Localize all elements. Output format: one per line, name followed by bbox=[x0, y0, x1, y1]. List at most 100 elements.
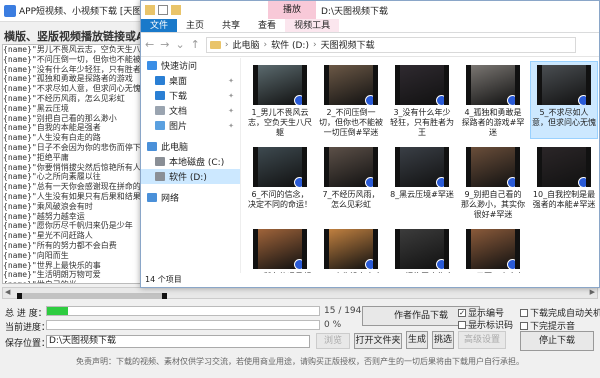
link-line: {name}"总有一天你会感谢现在拼命的自己 bbox=[3, 182, 141, 192]
app-logo-icon bbox=[4, 4, 16, 17]
media-player-badge-icon bbox=[507, 95, 515, 105]
nav-item[interactable]: 文档 ✦ bbox=[141, 103, 240, 118]
video-file-tile[interactable]: 7_不经历风雨，怎么见彩虹 bbox=[318, 144, 384, 220]
breadcrumb[interactable]: › 此电脑 › 软件 (D:) › 天图视频下载 bbox=[205, 36, 576, 53]
forward-arrow-icon[interactable]: → bbox=[160, 38, 169, 51]
horizontal-scrollbar[interactable]: ◀ ▶ bbox=[2, 287, 598, 299]
nav-item[interactable]: 软件 (D:) bbox=[141, 169, 240, 184]
recent-dropdown-icon[interactable]: ⌄ bbox=[175, 38, 184, 51]
file-grid: 1_男儿不畏风云志，空负天生八尺躯 2_不问压倒一切，但你也不能被一切压倒#罕迷 3… bbox=[241, 58, 599, 273]
auto-shutdown-checkbox[interactable]: 下载完成自动关机 bbox=[520, 306, 600, 319]
nav-item[interactable]: 此电脑 bbox=[141, 139, 240, 154]
video-file-tile[interactable]: 9_别把自己看的那么渺小，其实你很好#罕迷 bbox=[460, 144, 526, 220]
stop-download-button[interactable]: 停止下载 bbox=[520, 331, 594, 351]
breadcrumb-item[interactable]: 天图视频下载 bbox=[321, 38, 375, 51]
link-line: {name}"向阳而生 bbox=[3, 250, 69, 260]
media-player-badge-icon bbox=[578, 95, 586, 105]
link-textarea[interactable]: {name}"男儿不畏风云志，空负天生八尺躯{name}"不问压倒一切，但你也不… bbox=[2, 44, 142, 284]
media-player-badge-icon bbox=[294, 259, 302, 269]
total-progress-fill bbox=[47, 307, 68, 315]
nav-item-label: 文档 bbox=[169, 107, 188, 117]
video-thumbnail bbox=[466, 147, 520, 187]
video-file-tile[interactable]: 6_不问的信念，决定不同的命运！ bbox=[247, 144, 313, 220]
total-progress-label: 总 进 度： bbox=[5, 309, 47, 319]
scrollbar-thumb[interactable] bbox=[17, 293, 167, 299]
finish-sound-checkbox[interactable]: 下完提示音 bbox=[520, 319, 575, 332]
show-title-code-checkbox[interactable]: 显示标识码 bbox=[458, 318, 513, 331]
link-line: {name}"没有什么年少轻狂，只有胜者为王 bbox=[3, 64, 141, 74]
download-icon bbox=[155, 91, 165, 100]
documents-icon bbox=[155, 106, 165, 115]
breadcrumb-separator-icon: › bbox=[263, 39, 268, 50]
context-tab-play[interactable]: 播放 bbox=[268, 1, 316, 19]
link-input-heading: 横版、竖版视频播放链接或APP bbox=[4, 30, 161, 43]
ribbon-tab[interactable]: 共享 bbox=[213, 19, 249, 32]
nav-item-label: 此电脑 bbox=[161, 143, 189, 153]
video-thumbnail bbox=[537, 65, 591, 105]
link-line: {name}"不问压倒一切，但你也不能被一切压倒 bbox=[3, 54, 141, 64]
file-name: 8_黑云压境#罕迷 bbox=[390, 190, 454, 199]
nav-item[interactable]: 桌面 ✦ bbox=[141, 73, 240, 88]
video-file-tile[interactable]: 12_人生没有白走 bbox=[318, 226, 384, 273]
pick-button[interactable]: 挑选 bbox=[432, 331, 454, 349]
generate-button[interactable]: 生成 bbox=[406, 331, 428, 349]
media-player-badge-icon bbox=[365, 259, 373, 269]
pin-icon[interactable]: ✦ bbox=[228, 92, 234, 100]
video-file-tile[interactable]: 1_男儿不畏风云志，空负天生八尺躯 bbox=[247, 62, 313, 138]
link-line: {name}"愿你历尽千帆归来仍是少年 bbox=[3, 221, 133, 231]
video-file-tile[interactable]: 3_没有什么年少轻狂，只有胜者为王 bbox=[389, 62, 455, 138]
address-bar: ← → ⌄ ↑ › 此电脑 › 软件 (D:) › 天图视频下载 bbox=[141, 33, 599, 57]
ribbon-tab[interactable]: 查看 bbox=[249, 19, 285, 32]
nav-item[interactable]: 网络 bbox=[141, 190, 240, 205]
up-arrow-icon[interactable]: ↑ bbox=[191, 38, 200, 51]
open-folder-button[interactable]: 打开文件夹 bbox=[354, 333, 402, 349]
video-file-tile[interactable]: 8_黑云压境#罕迷 bbox=[389, 144, 455, 220]
disclaimer-text: 免责声明：下载的视频、素材仅供学习交流，若使用商业用途，请购买正版授权，否则产生… bbox=[76, 357, 524, 366]
pin-icon[interactable]: ✦ bbox=[228, 107, 234, 115]
show-title-code-label: 显示标识码 bbox=[468, 321, 514, 331]
video-file-tile[interactable]: 14_只要一直走在 bbox=[460, 226, 526, 273]
video-thumbnail bbox=[395, 229, 449, 269]
nav-item[interactable]: 本地磁盘 (C:) bbox=[141, 154, 240, 169]
video-thumbnail bbox=[253, 147, 307, 187]
explorer-path-title: D:\天图视频下载 bbox=[321, 7, 388, 17]
ribbon-tab[interactable]: 文件 bbox=[141, 19, 178, 32]
new-folder-icon[interactable] bbox=[171, 5, 181, 15]
nav-item[interactable]: 图片 ✦ bbox=[141, 118, 240, 133]
video-file-tile[interactable]: 13_拒绝平庸集合 bbox=[389, 226, 455, 273]
ribbon-tab[interactable]: 视频工具 bbox=[285, 19, 340, 32]
pictures-icon bbox=[155, 121, 165, 130]
nav-item[interactable]: 下载 ✦ bbox=[141, 88, 240, 103]
link-line: {name}"男儿不畏风云志，空负天生八尺躯 bbox=[3, 45, 141, 54]
save-location-label: 保存位置： bbox=[5, 339, 51, 349]
nav-item-label: 图片 bbox=[169, 122, 188, 132]
pin-icon[interactable]: ✦ bbox=[228, 122, 234, 130]
advanced-settings-button[interactable]: 高级设置 bbox=[458, 331, 506, 349]
breadcrumb-item[interactable]: 此电脑 bbox=[232, 38, 259, 51]
link-line: {name}"日子不会因为你的悲伤而停下 bbox=[3, 142, 141, 152]
breadcrumb-separator-icon: › bbox=[224, 39, 229, 50]
link-line: {name}"不经历风雨，怎么见彩虹 bbox=[3, 93, 125, 103]
browse-button[interactable]: 浏览 bbox=[316, 333, 350, 349]
ribbon-tab[interactable]: 主页 bbox=[177, 19, 213, 32]
folder-icon[interactable] bbox=[145, 5, 155, 15]
nav-item[interactable]: 快速访问 bbox=[141, 58, 240, 73]
breadcrumb-item[interactable]: 软件 (D:) bbox=[271, 38, 309, 51]
properties-icon[interactable] bbox=[158, 5, 168, 15]
media-player-badge-icon bbox=[294, 95, 302, 105]
pc-icon bbox=[147, 142, 157, 151]
back-arrow-icon[interactable]: ← bbox=[145, 38, 154, 51]
checkbox-empty-icon bbox=[458, 320, 466, 329]
file-name: 5_不求尽如人意，但求问心无愧 bbox=[532, 108, 596, 127]
scroll-left-icon[interactable]: ◀ bbox=[5, 288, 10, 296]
video-thumbnail bbox=[466, 65, 520, 105]
auto-shutdown-label: 下载完成自动关机 bbox=[530, 309, 600, 319]
video-file-tile[interactable]: 10_自我控制是最强者的本能#罕迷 bbox=[531, 144, 597, 220]
scroll-right-icon[interactable]: ▶ bbox=[590, 288, 595, 296]
video-file-tile[interactable]: 11_所有的遇见都 bbox=[247, 226, 313, 273]
save-path-field[interactable]: D:\天图视频下载 bbox=[46, 335, 310, 348]
pin-icon[interactable]: ✦ bbox=[228, 77, 234, 85]
video-file-tile[interactable]: 5_不求尽如人意，但求问心无愧 bbox=[530, 61, 598, 139]
video-file-tile[interactable]: 4_孤独和勇敢是探路者的游戏#罕迷 bbox=[460, 62, 526, 138]
video-file-tile[interactable]: 2_不问压倒一切，但你也不能被一切压倒#罕迷 bbox=[318, 62, 384, 138]
